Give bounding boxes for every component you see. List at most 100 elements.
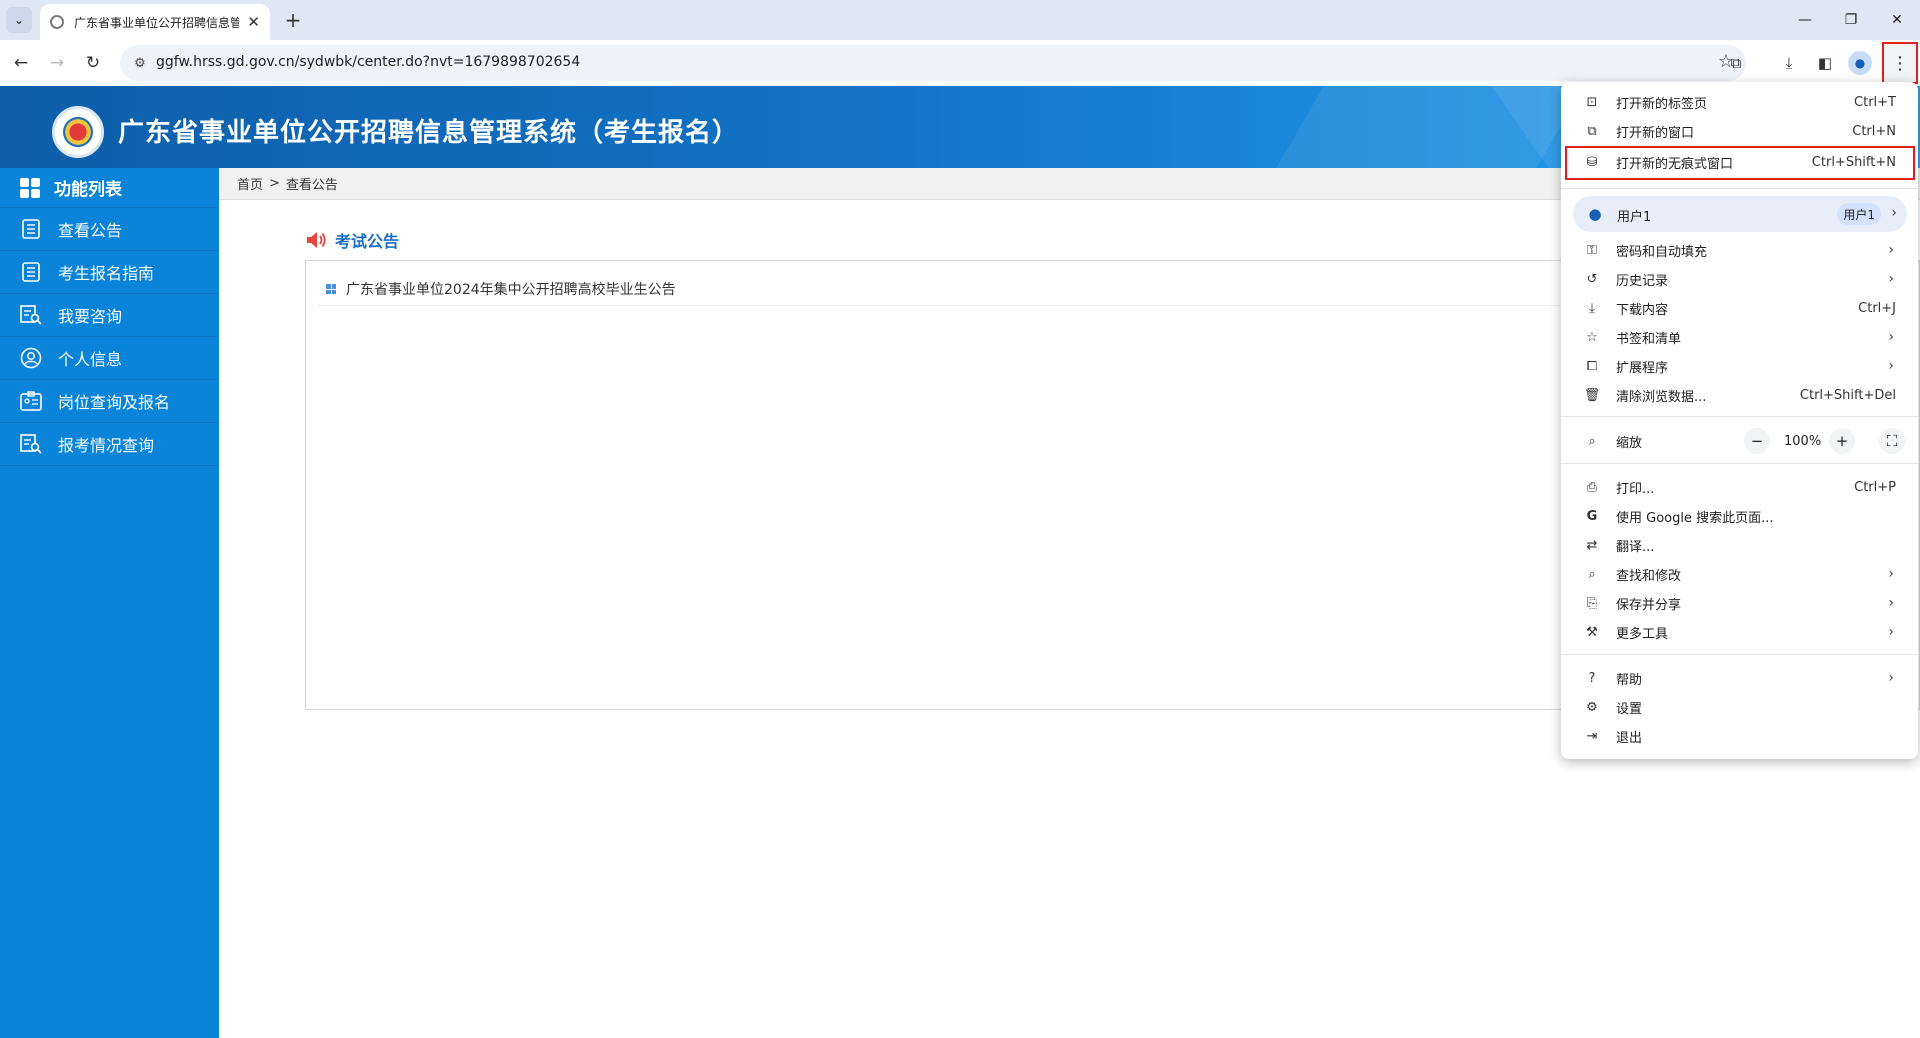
menu-item-history[interactable]: ↺ 历史记录 › <box>1561 265 1918 293</box>
sidebar: 功能列表 查看公告 考生报名指南 我要咨询 个人信息 岗位查询及报名 报考情况查… <box>0 168 219 1038</box>
menu-item-label: 书签和清单 <box>1616 331 1682 347</box>
extensions-icon[interactable]: ⧉ <box>1722 49 1750 77</box>
menu-item-settings[interactable]: ⚙ 设置 <box>1561 693 1918 721</box>
profile-chip: 用户1 <box>1837 203 1881 225</box>
site-title: 广东省事业单位公开招聘信息管理系统（考生报名） <box>118 118 740 148</box>
divider <box>1561 188 1918 189</box>
profile-avatar-icon[interactable]: ● <box>1848 51 1872 75</box>
menu-item-new-tab[interactable]: ⊡ 打开新的标签页 Ctrl+T <box>1561 88 1918 116</box>
status-icon <box>20 433 42 455</box>
find-icon: ⌕ <box>1588 566 1596 582</box>
address-bar[interactable]: ⚙ ggfw.hrss.gd.gov.cn/sydwbk/center.do?n… <box>120 45 1746 81</box>
favicon-icon <box>50 15 64 29</box>
minimize-button[interactable]: — <box>1782 0 1828 40</box>
grid-icon <box>20 177 40 198</box>
menu-item-shortcut: Ctrl+P <box>1854 479 1896 495</box>
sidebar-item-consult[interactable]: 我要咨询 <box>0 294 219 337</box>
profile-name: 用户1 <box>1617 210 1652 225</box>
zoom-out-button[interactable]: − <box>1744 428 1770 454</box>
menu-profile-row[interactable]: ● 用户1 用户1 › <box>1573 196 1907 232</box>
divider <box>1561 416 1918 417</box>
sidebar-item-jobs[interactable]: 岗位查询及报名 <box>0 380 219 423</box>
menu-item-label: 保存并分享 <box>1616 597 1682 613</box>
menu-item-downloads[interactable]: ⤓ 下载内容 Ctrl+J <box>1561 294 1918 322</box>
extension-icon: ⧠ <box>1586 358 1598 374</box>
sidebar-item-label: 考生报名指南 <box>58 264 155 283</box>
screen: ⌄ 广东省事业单位公开招聘信息管理 ✕ + — ❐ ✕ ← → ↻ ⚙ ggfw… <box>0 0 1920 1038</box>
sidebar-item-profile[interactable]: 个人信息 <box>0 337 219 380</box>
chevron-right-icon: › <box>1888 595 1894 611</box>
chevron-right-icon: › <box>1888 242 1894 258</box>
list-icon <box>20 218 42 240</box>
sidebar-item-label: 我要咨询 <box>58 307 123 326</box>
breadcrumb-home[interactable]: 首页 <box>237 174 263 193</box>
menu-item-clear-data[interactable]: 🗑 清除浏览数据... Ctrl+Shift+Del <box>1561 381 1918 409</box>
menu-item-label: 打开新的标签页 <box>1616 96 1708 112</box>
tab-close-icon[interactable]: ✕ <box>247 13 260 31</box>
menu-item-extensions[interactable]: ⧠ 扩展程序 › <box>1561 352 1918 380</box>
history-icon: ↺ <box>1586 271 1598 287</box>
list-item[interactable]: 广东省事业单位2024年集中公开招聘高校毕业生公告 <box>326 279 676 299</box>
zoom-in-button[interactable]: + <box>1829 428 1855 454</box>
chevron-right-icon: › <box>1891 205 1897 221</box>
zoom-level: 100% <box>1784 434 1822 449</box>
arrow-left-icon: ← <box>13 53 29 73</box>
consult-icon <box>20 304 42 326</box>
job-icon <box>20 390 42 412</box>
sidebar-item-guide[interactable]: 考生报名指南 <box>0 251 219 294</box>
menu-item-find[interactable]: ⌕ 查找和修改 › <box>1561 560 1918 588</box>
menu-item-label: 翻译... <box>1616 539 1655 555</box>
new-tab-button[interactable]: + <box>280 7 306 33</box>
chrome-menu-button[interactable]: ⋮ <box>1882 42 1918 84</box>
sidebar-item-label: 个人信息 <box>58 350 123 369</box>
menu-item-google-search[interactable]: G 使用 Google 搜索此页面... <box>1561 502 1918 530</box>
person-icon: ● <box>1588 205 1602 223</box>
menu-item-print[interactable]: ⎙ 打印... Ctrl+P <box>1561 473 1918 501</box>
menu-item-new-window[interactable]: ⧉ 打开新的窗口 Ctrl+N <box>1561 117 1918 145</box>
forward-button[interactable]: → <box>42 48 72 78</box>
side-panel-icon[interactable]: ◧ <box>1811 49 1839 77</box>
menu-item-more-tools[interactable]: ⚒ 更多工具 › <box>1561 618 1918 646</box>
tools-icon: ⚒ <box>1586 624 1598 640</box>
more-vertical-icon: ⋮ <box>1891 52 1909 74</box>
url-text[interactable]: ggfw.hrss.gd.gov.cn/sydwbk/center.do?nvt… <box>156 54 580 70</box>
restore-button[interactable]: ❐ <box>1828 0 1874 40</box>
close-window-button[interactable]: ✕ <box>1874 0 1920 40</box>
sidebar-item-notices[interactable]: 查看公告 <box>0 208 219 251</box>
guide-icon <box>20 261 42 283</box>
sidebar-item-status[interactable]: 报考情况查询 <box>0 423 219 466</box>
browser-tab[interactable]: 广东省事业单位公开招聘信息管理 ✕ <box>40 4 270 40</box>
emblem-icon <box>63 117 93 147</box>
fullscreen-button[interactable]: ⛶ <box>1879 428 1905 454</box>
menu-item-exit[interactable]: ⇥ 退出 <box>1561 722 1918 750</box>
site-info-icon[interactable]: ⚙ <box>130 53 150 73</box>
reload-button[interactable]: ↻ <box>78 48 108 78</box>
menu-item-translate[interactable]: ⇄ 翻译... <box>1561 531 1918 559</box>
menu-item-label: 扩展程序 <box>1616 360 1669 376</box>
bookmark-icon: ☆ <box>1586 329 1598 345</box>
trash-icon: 🗑 <box>1583 387 1601 403</box>
sidebar-heading: 功能列表 <box>0 168 219 208</box>
menu-item-passwords[interactable]: ⚿ 密码和自动填充 › <box>1561 236 1918 264</box>
chevron-down-icon: ⌄ <box>13 13 25 27</box>
section-title: 考试公告 <box>305 228 399 252</box>
menu-item-save-share[interactable]: ⎘ 保存并分享 › <box>1561 589 1918 617</box>
chevron-right-icon: › <box>1888 358 1894 374</box>
menu-item-bookmarks[interactable]: ☆ 书签和清单 › <box>1561 323 1918 351</box>
notice-link[interactable]: 广东省事业单位2024年集中公开招聘高校毕业生公告 <box>346 279 676 299</box>
new-tab-icon: ⊡ <box>1586 94 1598 110</box>
tab-search-button[interactable]: ⌄ <box>6 7 32 33</box>
highlight-box <box>1565 146 1915 180</box>
chevron-right-icon: › <box>1888 329 1894 345</box>
menu-item-shortcut: Ctrl+T <box>1854 94 1896 110</box>
menu-item-label: 打印... <box>1616 481 1655 497</box>
menu-item-label: 清除浏览数据... <box>1616 389 1707 405</box>
sidebar-heading-label: 功能列表 <box>54 180 122 200</box>
menu-item-label: 缩放 <box>1616 435 1643 451</box>
download-icon[interactable]: ⤓ <box>1775 49 1803 77</box>
menu-item-label: 退出 <box>1616 730 1643 746</box>
menu-item-help[interactable]: ? 帮助 › <box>1561 664 1918 692</box>
tab-title: 广东省事业单位公开招聘信息管理 <box>74 15 240 30</box>
person-icon <box>20 347 42 369</box>
back-button[interactable]: ← <box>6 48 36 78</box>
